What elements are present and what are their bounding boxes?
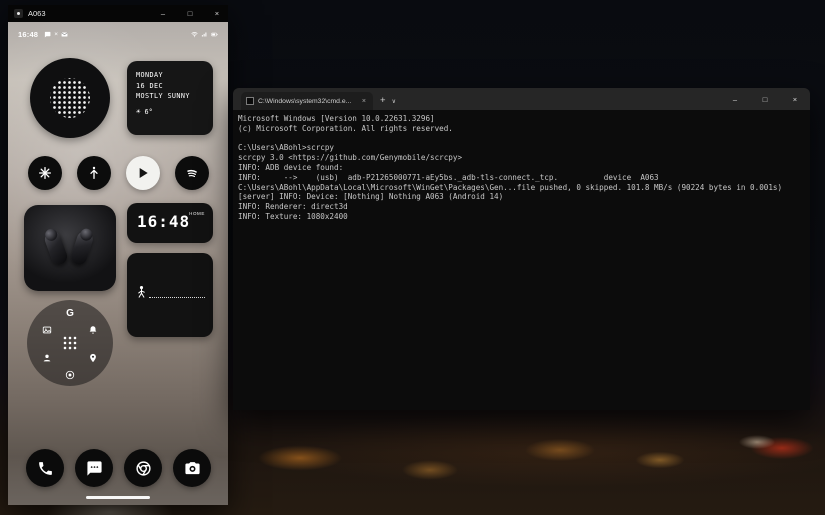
statusbar-time: 16:48 bbox=[18, 30, 38, 39]
walking-figure-icon bbox=[136, 285, 147, 299]
google-folder-widget[interactable]: G bbox=[27, 300, 113, 386]
dial-dot-grid bbox=[63, 336, 78, 351]
scrcpy-minimize-button[interactable]: – bbox=[152, 5, 174, 22]
scrcpy-app-icon bbox=[14, 9, 23, 18]
terminal-window: C:\Windows\system32\cmd.e... × + ∨ – □ ×… bbox=[233, 88, 810, 410]
chrome-app-icon[interactable] bbox=[124, 449, 162, 487]
phone-handset-icon bbox=[37, 460, 54, 477]
battery-icon bbox=[211, 31, 218, 38]
scrcpy-titlebar[interactable]: A063 – □ × bbox=[8, 5, 228, 22]
terminal-line: C:\Users\ABohl\AppData\Local\Microsoft\W… bbox=[238, 183, 810, 193]
terminal-line bbox=[238, 134, 810, 144]
terminal-titlebar[interactable]: C:\Windows\system32\cmd.e... × + ∨ – □ × bbox=[233, 88, 810, 110]
scrcpy-window: A063 – □ × 16:48 × MONDAY 16 DEC MOSTLY … bbox=[8, 5, 228, 505]
new-tab-button[interactable]: + bbox=[380, 95, 386, 106]
camera-app-icon[interactable] bbox=[173, 449, 211, 487]
arrow-app-icon[interactable] bbox=[77, 156, 111, 190]
tab-close-icon[interactable]: × bbox=[360, 98, 368, 105]
scrcpy-close-button[interactable]: × bbox=[206, 5, 228, 22]
dotted-path-line bbox=[149, 297, 205, 298]
terminal-minimize-button[interactable]: – bbox=[720, 88, 750, 110]
phone-statusbar: 16:48 × bbox=[8, 28, 228, 40]
app-icon-row bbox=[8, 156, 228, 190]
terminal-line: INFO: ADB device found: bbox=[238, 163, 810, 173]
terminal-tab[interactable]: C:\Windows\system32\cmd.e... × bbox=[241, 92, 373, 110]
tab-dropdown-icon[interactable]: ∨ bbox=[392, 98, 396, 105]
x-notification-icon: × bbox=[54, 31, 58, 38]
home-clock-label: HOME bbox=[189, 211, 205, 216]
home-indicator[interactable] bbox=[86, 496, 150, 499]
photos-icon[interactable] bbox=[42, 325, 52, 335]
home-clock-widget[interactable]: 16:48 HOME bbox=[127, 203, 213, 243]
terminal-tab-title: C:\Windows\system32\cmd.e... bbox=[258, 98, 356, 105]
terminal-line: (c) Microsoft Corporation. All rights re… bbox=[238, 124, 810, 134]
bell-icon[interactable] bbox=[88, 325, 98, 335]
dot-matrix-clock-widget[interactable] bbox=[30, 58, 110, 138]
play-store-app-icon[interactable] bbox=[126, 156, 160, 190]
terminal-line: INFO: Renderer: direct3d bbox=[238, 202, 810, 212]
earbud-right bbox=[69, 229, 95, 266]
home-clock-time: 16:48 bbox=[137, 214, 190, 230]
earbuds-widget[interactable] bbox=[24, 205, 116, 291]
signal-icon bbox=[201, 31, 208, 38]
phone-screen[interactable]: 16:48 × MONDAY 16 DEC MOSTLY SUNNY ☀ 6° bbox=[8, 22, 228, 505]
play-triangle-icon bbox=[135, 165, 151, 181]
terminal-line: C:\Users\ABohl>scrcpy bbox=[238, 143, 810, 153]
camera-icon bbox=[184, 460, 201, 477]
terminal-line: INFO: --> (usb) adb-P21265000771-aEy5bs.… bbox=[238, 173, 810, 183]
steps-widget[interactable] bbox=[127, 253, 213, 337]
sun-icon: ☀ bbox=[136, 107, 141, 117]
scrcpy-window-title: A063 bbox=[28, 9, 147, 18]
clock-dot-pattern bbox=[50, 78, 90, 118]
google-g-icon: G bbox=[66, 308, 74, 319]
phone-app-icon[interactable] bbox=[26, 449, 64, 487]
weather-widget[interactable]: MONDAY 16 DEC MOSTLY SUNNY ☀ 6° bbox=[127, 61, 213, 135]
location-pin-icon[interactable] bbox=[88, 353, 98, 363]
scrcpy-maximize-button[interactable]: □ bbox=[179, 5, 201, 22]
terminal-line: Microsoft Windows [Version 10.0.22631.32… bbox=[238, 114, 810, 124]
weather-condition: MOSTLY SUNNY bbox=[136, 91, 213, 102]
terminal-output[interactable]: Microsoft Windows [Version 10.0.22631.32… bbox=[233, 110, 810, 410]
weather-temp: 6° bbox=[145, 107, 153, 117]
chat-bubble-icon bbox=[86, 460, 103, 477]
terminal-line: scrcpy 3.0 <https://github.com/Genymobil… bbox=[238, 153, 810, 163]
spotify-app-icon[interactable] bbox=[175, 156, 209, 190]
mail-notification-icon bbox=[61, 31, 68, 38]
terminal-line: [server] INFO: Device: [Nothing] Nothing… bbox=[238, 192, 810, 202]
terminal-close-button[interactable]: × bbox=[780, 88, 810, 110]
chat-notification-icon bbox=[44, 31, 51, 38]
asterisk-icon bbox=[37, 165, 53, 181]
terminal-line: INFO: Texture: 1080x2400 bbox=[238, 212, 810, 222]
messages-app-icon[interactable] bbox=[75, 449, 113, 487]
terminal-window-controls: – □ × bbox=[720, 88, 810, 110]
wifi-icon bbox=[191, 31, 198, 38]
arrow-up-icon bbox=[86, 165, 102, 181]
weather-day: MONDAY bbox=[136, 70, 213, 81]
spotify-waves-icon bbox=[184, 165, 200, 181]
terminal-maximize-button[interactable]: □ bbox=[750, 88, 780, 110]
person-icon[interactable] bbox=[42, 353, 52, 363]
dock bbox=[8, 449, 228, 489]
weather-date: 16 DEC bbox=[136, 81, 213, 92]
earbud-left bbox=[43, 229, 70, 266]
cmd-icon bbox=[246, 97, 254, 105]
asterisk-app-icon[interactable] bbox=[28, 156, 62, 190]
chrome-icon bbox=[135, 460, 152, 477]
camera-lens-icon[interactable] bbox=[65, 370, 75, 380]
